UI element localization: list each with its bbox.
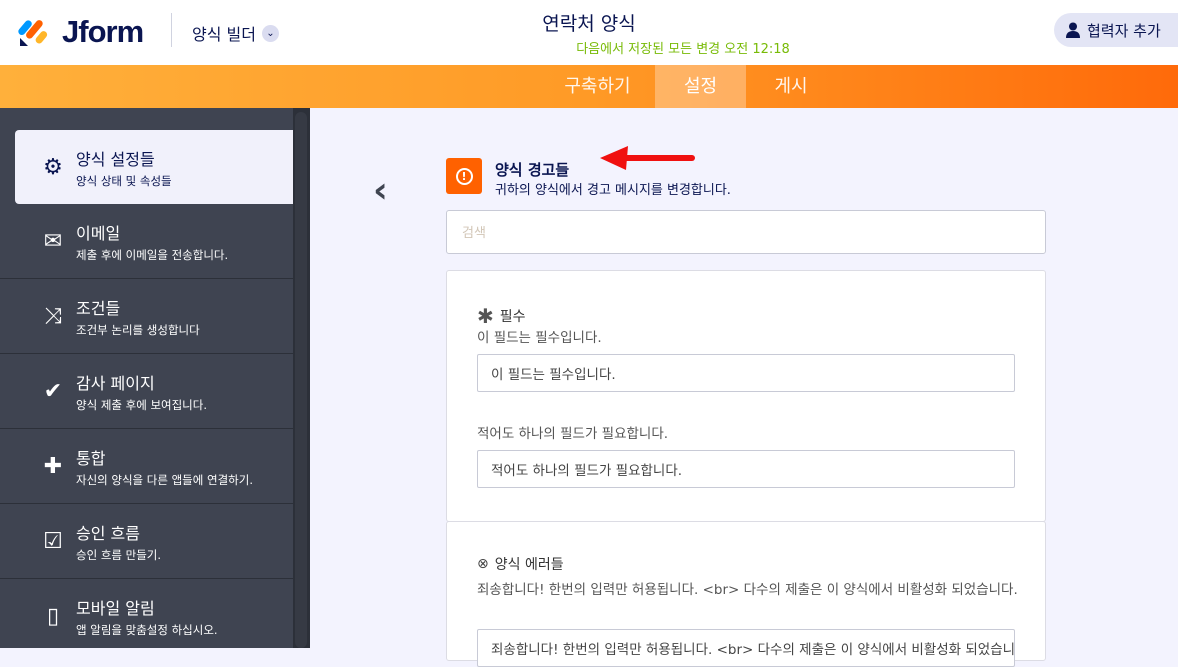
- required-label-text: 필수: [499, 309, 526, 325]
- item-title: 이메일: [76, 223, 121, 243]
- item-subtitle: 자신의 양식을 다른 앱들에 연결하기.: [76, 472, 253, 487]
- sidebar-item-conditions[interactable]: ⤨ 조건들조건부 논리를 생성합니다: [0, 279, 293, 354]
- item-subtitle: 양식 상태 및 속성들: [76, 173, 172, 188]
- x-circle-icon: ⊗: [477, 556, 489, 572]
- item-subtitle: 조건부 논리를 생성합니다: [76, 322, 200, 337]
- item-subtitle: 앱 알림을 맞춤설정 하십시오.: [76, 623, 218, 637]
- form-errors-card: ⊗ 양식 에러들 죄송합니다! 한번의 입력만 허용됩니다. <br> 다수의 제…: [446, 521, 1046, 667]
- required-message-input[interactable]: [477, 354, 1015, 392]
- saved-status: 다음에서 저장된 모든 변경 오전 12:18: [576, 42, 790, 57]
- item-title: 모바일 알림: [76, 599, 155, 618]
- required-label: ✱ 필수: [477, 304, 526, 328]
- item-subtitle: 승인 흐름 만들기.: [76, 547, 162, 562]
- errors-label: ⊗ 양식 에러들: [477, 554, 564, 574]
- sidebar-item-mobile[interactable]: ▯ 모바일 알림앱 알림을 맞춤설정 하십시오.: [0, 579, 293, 654]
- required-desc-1: 이 필드는 필수입니다.: [477, 330, 602, 346]
- item-subtitle: 제출 후에 이메일을 전송합니다.: [76, 247, 229, 262]
- item-title: 조건들: [76, 298, 121, 318]
- required-card: ✱ 필수 이 필드는 필수입니다. 적어도 하나의 필드가 필요합니다.: [446, 270, 1046, 522]
- gear-icon: ⚙: [43, 154, 63, 180]
- add-collaborator-button[interactable]: 협력자 추가: [1054, 13, 1178, 47]
- item-subtitle: 양식 제출 후에 보여집니다.: [76, 397, 208, 412]
- envelope-icon: ✉: [43, 228, 63, 254]
- section-title: 양식 경고들: [495, 161, 570, 179]
- shuffle-icon: ⤨: [44, 303, 62, 329]
- sidebar-item-thank-you[interactable]: ✔ 감사 페이지양식 제출 후에 보여집니다.: [0, 354, 293, 429]
- sidebar-item-approval[interactable]: ☑ 승인 흐름승인 흐름 만들기.: [0, 504, 293, 579]
- user-icon: [1066, 22, 1080, 38]
- puzzle-icon: ✚: [43, 453, 63, 479]
- sidebar-item-form-settings[interactable]: ⚙ 양식 설정들양식 상태 및 속성들: [15, 130, 293, 204]
- section-description: 귀하의 양식에서 경고 메시지를 변경합니다.: [495, 183, 731, 198]
- collab-label: 협력자 추가: [1087, 21, 1161, 40]
- errors-message-input[interactable]: [477, 629, 1015, 667]
- required-desc-2: 적어도 하나의 필드가 필요합니다.: [477, 426, 669, 442]
- tab-publish[interactable]: 게시: [746, 65, 836, 108]
- tab-settings[interactable]: 설정: [655, 65, 746, 108]
- require-one-input[interactable]: [477, 450, 1015, 488]
- item-title: 양식 설정들: [76, 149, 155, 169]
- tab-build[interactable]: 구축하기: [540, 65, 655, 108]
- form-title[interactable]: 연락처 양식: [0, 9, 1178, 36]
- sidebar-item-email[interactable]: ✉ 이메일제출 후에 이메일을 전송합니다.: [0, 204, 293, 279]
- red-arrow-annotation: [600, 146, 695, 170]
- approval-icon: ☑: [43, 528, 63, 554]
- warning-icon: !: [446, 158, 482, 194]
- item-title: 통합: [76, 448, 106, 468]
- asterisk-icon: ✱: [477, 304, 494, 328]
- item-title: 승인 흐름: [76, 523, 140, 543]
- sidebar: ⚙ 양식 설정들양식 상태 및 속성들 ✉ 이메일제출 후에 이메일을 전송합니…: [0, 108, 293, 648]
- scrollbar-thumb[interactable]: [295, 112, 307, 648]
- item-title: 감사 페이지: [76, 373, 155, 393]
- mobile-icon: ▯: [46, 604, 60, 629]
- errors-desc: 죄송합니다! 한번의 입력만 허용됩니다. <br> 다수의 제출은 이 양식에…: [477, 582, 1018, 598]
- nav-tabs: 구축하기 설정 게시: [0, 65, 1178, 108]
- search-input[interactable]: [446, 210, 1046, 254]
- back-chevron-icon[interactable]: ‹: [373, 170, 388, 211]
- errors-label-text: 양식 에러들: [494, 557, 564, 573]
- check-circle-icon: ✔: [43, 378, 63, 404]
- top-header: Jform 양식 빌더 ⌄ 연락처 양식 다음에서 저장된 모든 변경 오전 1…: [0, 0, 1178, 65]
- sidebar-item-integrations[interactable]: ✚ 통합자신의 양식을 다른 앱들에 연결하기.: [0, 429, 293, 504]
